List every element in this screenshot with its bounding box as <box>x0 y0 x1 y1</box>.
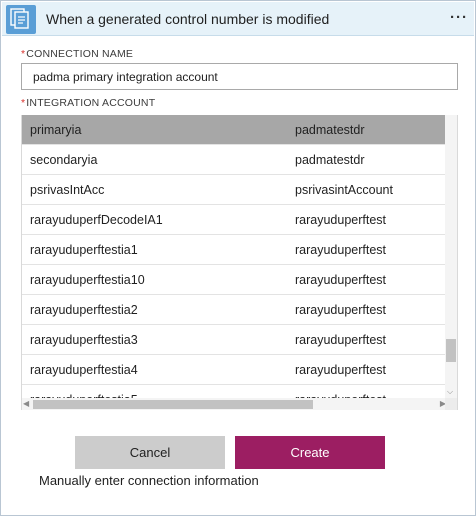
table-row[interactable]: rarayuduperftestia4 rarayuduperftest <box>22 355 447 385</box>
horizontal-scroll-thumb[interactable] <box>33 400 313 409</box>
table-row[interactable]: rarayuduperftestia1 rarayuduperftest <box>22 235 447 265</box>
create-button[interactable]: Create <box>235 436 385 469</box>
table-row[interactable]: rarayuduperftestia2 rarayuduperftest <box>22 295 447 325</box>
resource-group-cell: padmatestdr <box>295 153 365 167</box>
integration-account-list[interactable]: primaryia padmatestdr secondaryia padmatest… <box>21 115 458 410</box>
document-icon <box>6 5 36 34</box>
vertical-scrollbar[interactable]: ⌵ <box>445 115 457 398</box>
scroll-left-icon[interactable]: ◀ <box>23 399 29 408</box>
connection-name-label-text: CONNECTION NAME <box>26 48 134 60</box>
connection-dialog: When a generated control number is modif… <box>0 0 476 516</box>
cancel-button[interactable]: Cancel <box>75 436 225 469</box>
resource-group-cell: rarayuduperftest <box>295 303 387 317</box>
dialog-header: When a generated control number is modif… <box>2 2 474 36</box>
resource-group-cell: rarayuduperftest <box>295 363 387 377</box>
account-name-cell: psrivasIntAcc <box>30 183 105 197</box>
account-name-cell: secondaryia <box>30 153 98 167</box>
required-mark: * <box>21 97 26 109</box>
table-row[interactable]: rarayuduperftestia10 rarayuduperftest <box>22 265 447 295</box>
more-options-icon[interactable]: ··· <box>450 9 468 26</box>
table-row[interactable]: rarayuduperfDecodeIA1 rarayuduperftest <box>22 205 447 235</box>
resource-group-cell: rarayuduperftest <box>295 333 387 347</box>
table-row[interactable]: psrivasIntAcc psrivasintAccount <box>22 175 447 205</box>
resource-group-cell: rarayuduperftest <box>295 243 387 257</box>
dialog-title: When a generated control number is modif… <box>46 11 330 27</box>
integration-account-label-text: INTEGRATION ACCOUNT <box>26 97 156 109</box>
integration-account-label: *INTEGRATION ACCOUNT <box>21 97 155 109</box>
manual-connection-link[interactable]: Manually enter connection information <box>39 473 259 488</box>
connection-name-input[interactable] <box>21 63 458 90</box>
account-name-cell: rarayuduperftestia3 <box>30 333 138 347</box>
table-row[interactable]: secondaryia padmatestdr <box>22 145 447 175</box>
account-name-cell: rarayuduperftestia1 <box>30 243 138 257</box>
connection-name-label: *CONNECTION NAME <box>21 48 133 60</box>
resource-group-cell: psrivasintAccount <box>295 183 393 197</box>
account-name-cell: rarayuduperftestia10 <box>30 273 145 287</box>
table-row[interactable]: primaryia padmatestdr <box>22 115 447 145</box>
scroll-down-icon[interactable]: ⌵ <box>447 387 453 397</box>
account-name-cell: rarayuduperftestia2 <box>30 303 138 317</box>
horizontal-scrollbar[interactable]: ◀ ▶ <box>22 398 447 410</box>
integration-account-rows: primaryia padmatestdr secondaryia padmatest… <box>22 115 447 410</box>
scroll-corner <box>445 398 457 410</box>
required-mark: * <box>21 48 26 60</box>
account-name-cell: primaryia <box>30 123 82 137</box>
vertical-scroll-thumb[interactable] <box>446 339 456 362</box>
table-row[interactable]: rarayuduperftestia3 rarayuduperftest <box>22 325 447 355</box>
resource-group-cell: rarayuduperftest <box>295 213 387 227</box>
resource-group-cell: rarayuduperftest <box>295 273 387 287</box>
resource-group-cell: padmatestdr <box>295 123 365 137</box>
account-name-cell: rarayuduperfDecodeIA1 <box>30 213 163 227</box>
account-name-cell: rarayuduperftestia4 <box>30 363 138 377</box>
